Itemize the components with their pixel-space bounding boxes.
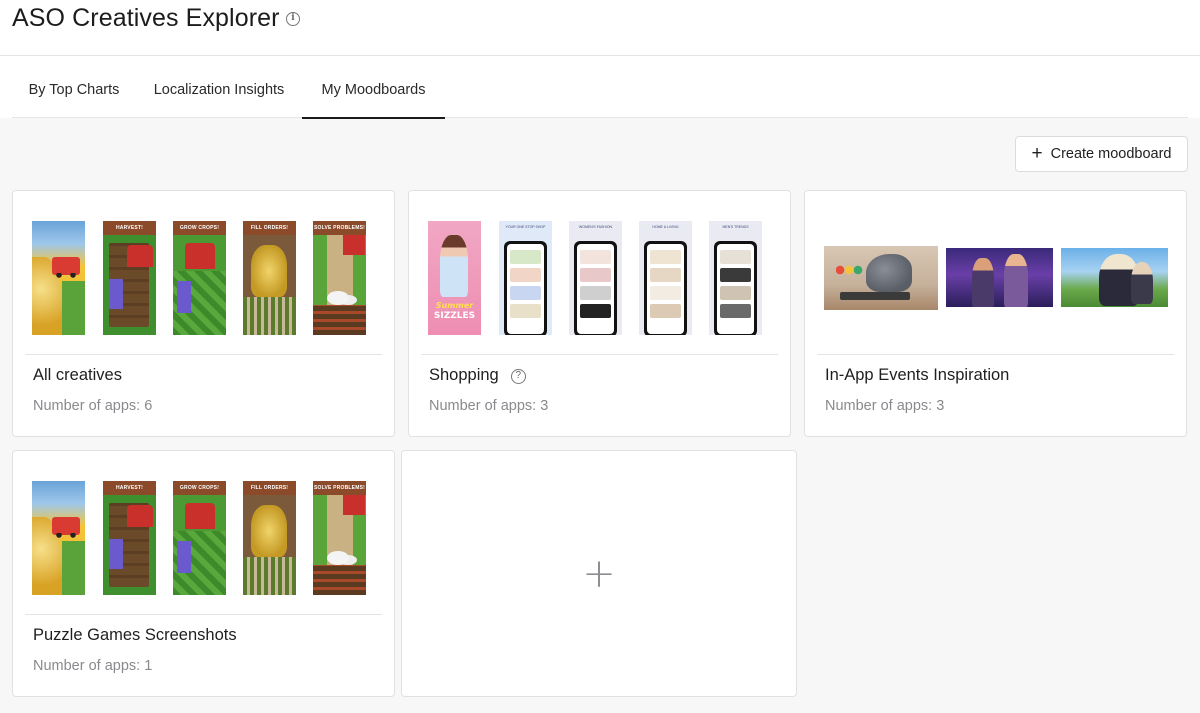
tab-localization-insights[interactable]: Localization Insights bbox=[152, 56, 286, 118]
moodboard-card-in-app-events[interactable]: In-App Events Inspiration Number of apps… bbox=[804, 190, 1187, 437]
thumbnail: GROW CROPS! bbox=[173, 221, 226, 335]
thumbnail: MEN'S TRENDS bbox=[709, 221, 762, 335]
thumbnail: SOLVE PROBLEMS! bbox=[313, 221, 366, 335]
thumbnail bbox=[32, 221, 85, 335]
thumbnail: HARVEST! bbox=[103, 221, 156, 335]
thumbnail-banner-text: SOLVE PROBLEMS! bbox=[313, 221, 366, 235]
moodboard-app-count: Number of apps: 1 bbox=[33, 658, 153, 674]
app-header: ASO Creatives Explorer i bbox=[0, 0, 1200, 56]
divider bbox=[421, 354, 778, 355]
moodboard-app-count: Number of apps: 3 bbox=[429, 398, 549, 414]
thumbnail: SOLVE PROBLEMS! bbox=[313, 481, 366, 595]
thumbnail-banner-text: FILL ORDERS! bbox=[243, 481, 296, 495]
thumbnail-banner-text: GROW CROPS! bbox=[173, 481, 226, 495]
tab-by-top-charts[interactable]: By Top Charts bbox=[28, 56, 120, 118]
moodboard-name: Puzzle Games Screenshots bbox=[33, 626, 237, 644]
thumbnail: FILL ORDERS! bbox=[243, 481, 296, 595]
thumbnail bbox=[824, 246, 938, 310]
thumbnail-text: Summer bbox=[435, 301, 474, 310]
thumbnail: FILL ORDERS! bbox=[243, 221, 296, 335]
thumbnail-text: MEN'S TRENDS bbox=[722, 225, 749, 229]
moodboard-name: In-App Events Inspiration bbox=[825, 366, 1010, 384]
thumbnail-banner-text: SOLVE PROBLEMS! bbox=[313, 481, 366, 495]
info-icon[interactable]: i bbox=[286, 12, 300, 26]
tab-my-moodboards[interactable]: My Moodboards bbox=[302, 56, 445, 119]
thumbnail: WOMEN'S FASHION bbox=[569, 221, 622, 335]
thumbnail: GROW CROPS! bbox=[173, 481, 226, 595]
create-moodboard-button[interactable]: + Create moodboard bbox=[1015, 136, 1188, 172]
thumbnail-banner-text: GROW CROPS! bbox=[173, 221, 226, 235]
thumbnail: Summer SIZZLES bbox=[428, 221, 481, 335]
thumbnail-banner-text: HARVEST! bbox=[103, 481, 156, 495]
question-icon[interactable]: ? bbox=[510, 369, 526, 384]
tab-bar: By Top Charts Localization Insights My M… bbox=[12, 56, 1188, 119]
moodboard-card-puzzle-games[interactable]: HARVEST! GROW CROPS! FILL ORDERS! SOLVE … bbox=[12, 450, 395, 697]
moodboard-card-all-creatives[interactable]: HARVEST! GROW CROPS! FILL ORDERS! SOLVE … bbox=[12, 190, 395, 437]
thumbnail bbox=[32, 481, 85, 595]
thumbnail: HARVEST! bbox=[103, 481, 156, 595]
page-title: ASO Creatives Explorer bbox=[12, 4, 280, 32]
thumbnail bbox=[946, 248, 1053, 307]
add-moodboard-card[interactable]: + bbox=[401, 450, 797, 697]
moodboard-name: Shopping bbox=[429, 366, 499, 384]
divider bbox=[817, 354, 1174, 355]
thumbnail: YOUR ONE STOP SHOP bbox=[499, 221, 552, 335]
thumbnail-text: HOME & LIVING bbox=[652, 225, 679, 229]
moodboard-card-shopping[interactable]: Summer SIZZLES YOUR ONE STOP SHOP WOMEN'S… bbox=[408, 190, 791, 437]
divider bbox=[25, 354, 382, 355]
divider bbox=[25, 614, 382, 615]
plus-icon: + bbox=[1031, 142, 1043, 164]
thumbnail-banner-text: HARVEST! bbox=[103, 221, 156, 235]
thumbnail bbox=[1061, 248, 1168, 307]
plus-icon: + bbox=[582, 550, 616, 597]
moodboard-app-count: Number of apps: 6 bbox=[33, 398, 153, 414]
thumbnail-text: WOMEN'S FASHION bbox=[578, 225, 613, 229]
thumbnail-text: SIZZLES bbox=[433, 311, 476, 321]
thumbnail-banner-text: FILL ORDERS! bbox=[243, 221, 296, 235]
thumbnail: HOME & LIVING bbox=[639, 221, 692, 335]
moodboard-name-row: Shopping? bbox=[429, 366, 526, 385]
thumbnail-text: YOUR ONE STOP SHOP bbox=[505, 225, 546, 229]
moodboard-app-count: Number of apps: 3 bbox=[825, 398, 945, 414]
moodboard-name: All creatives bbox=[33, 366, 122, 384]
create-moodboard-label: Create moodboard bbox=[1050, 146, 1172, 162]
